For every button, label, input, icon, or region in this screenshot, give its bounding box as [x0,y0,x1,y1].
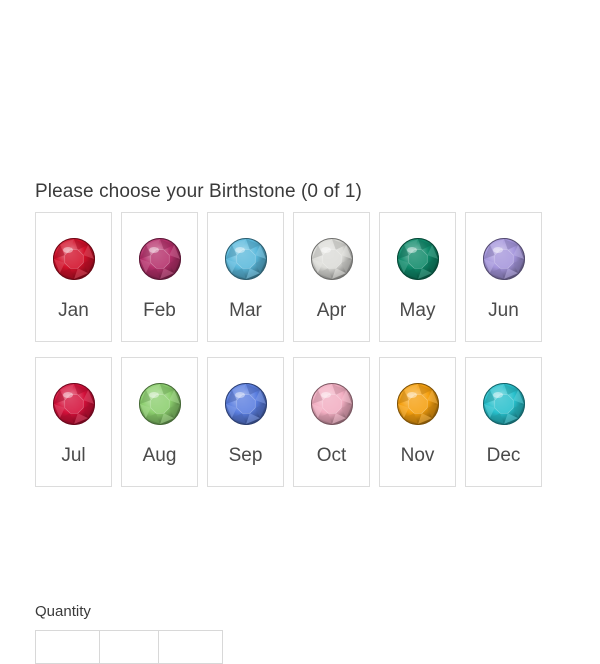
birthstone-label: Jul [61,445,86,466]
birthstone-option-sep[interactable]: Sep [207,357,284,487]
aquamarine-gem-icon [224,237,268,281]
birthstone-option-mar[interactable]: Mar [207,212,284,342]
quantity-stepper[interactable] [35,630,223,664]
birthstone-option-jul[interactable]: Jul [35,357,112,487]
topaz-gem-icon [396,382,440,426]
birthstone-option-jan[interactable]: Jan [35,212,112,342]
birthstone-label: Mar [229,300,262,321]
ruby-gem-icon [52,382,96,426]
birthstone-option-dec[interactable]: Dec [465,357,542,487]
quantity-label: Quantity [35,603,91,620]
quantity-input[interactable] [100,631,159,663]
birthstone-label: Oct [316,445,347,466]
birthstone-label: Feb [143,300,176,321]
birthstone-option-jun[interactable]: Jun [465,212,542,342]
tourmaline-gem-icon [310,382,354,426]
birthstone-label: Dec [486,445,521,466]
garnet-gem-icon [52,237,96,281]
quantity-increment-button[interactable] [159,631,222,663]
birthstone-label: May [399,300,436,321]
zircon-gem-icon [482,382,526,426]
peridot-gem-icon [138,382,182,426]
birthstone-prompt: Please choose your Birthstone (0 of 1) [35,181,362,202]
birthstone-option-nov[interactable]: Nov [379,357,456,487]
birthstone-option-aug[interactable]: Aug [121,357,198,487]
birthstone-grid: Jan Feb Mar Apr May Jun Jul Aug Sep Oct … [35,212,545,487]
birthstone-label: Sep [228,445,263,466]
birthstone-option-apr[interactable]: Apr [293,212,370,342]
amethyst-gem-icon [138,237,182,281]
quantity-decrement-button[interactable] [36,631,101,663]
alexandrite-gem-icon [482,237,526,281]
birthstone-label: Aug [142,445,177,466]
birthstone-option-feb[interactable]: Feb [121,212,198,342]
sapphire-gem-icon [224,382,268,426]
diamond-gem-icon [310,237,354,281]
birthstone-label: Jun [488,300,519,321]
birthstone-option-oct[interactable]: Oct [293,357,370,487]
birthstone-option-may[interactable]: May [379,212,456,342]
birthstone-label: Nov [400,445,435,466]
birthstone-label: Apr [316,300,347,321]
birthstone-label: Jan [58,300,89,321]
emerald-gem-icon [396,237,440,281]
